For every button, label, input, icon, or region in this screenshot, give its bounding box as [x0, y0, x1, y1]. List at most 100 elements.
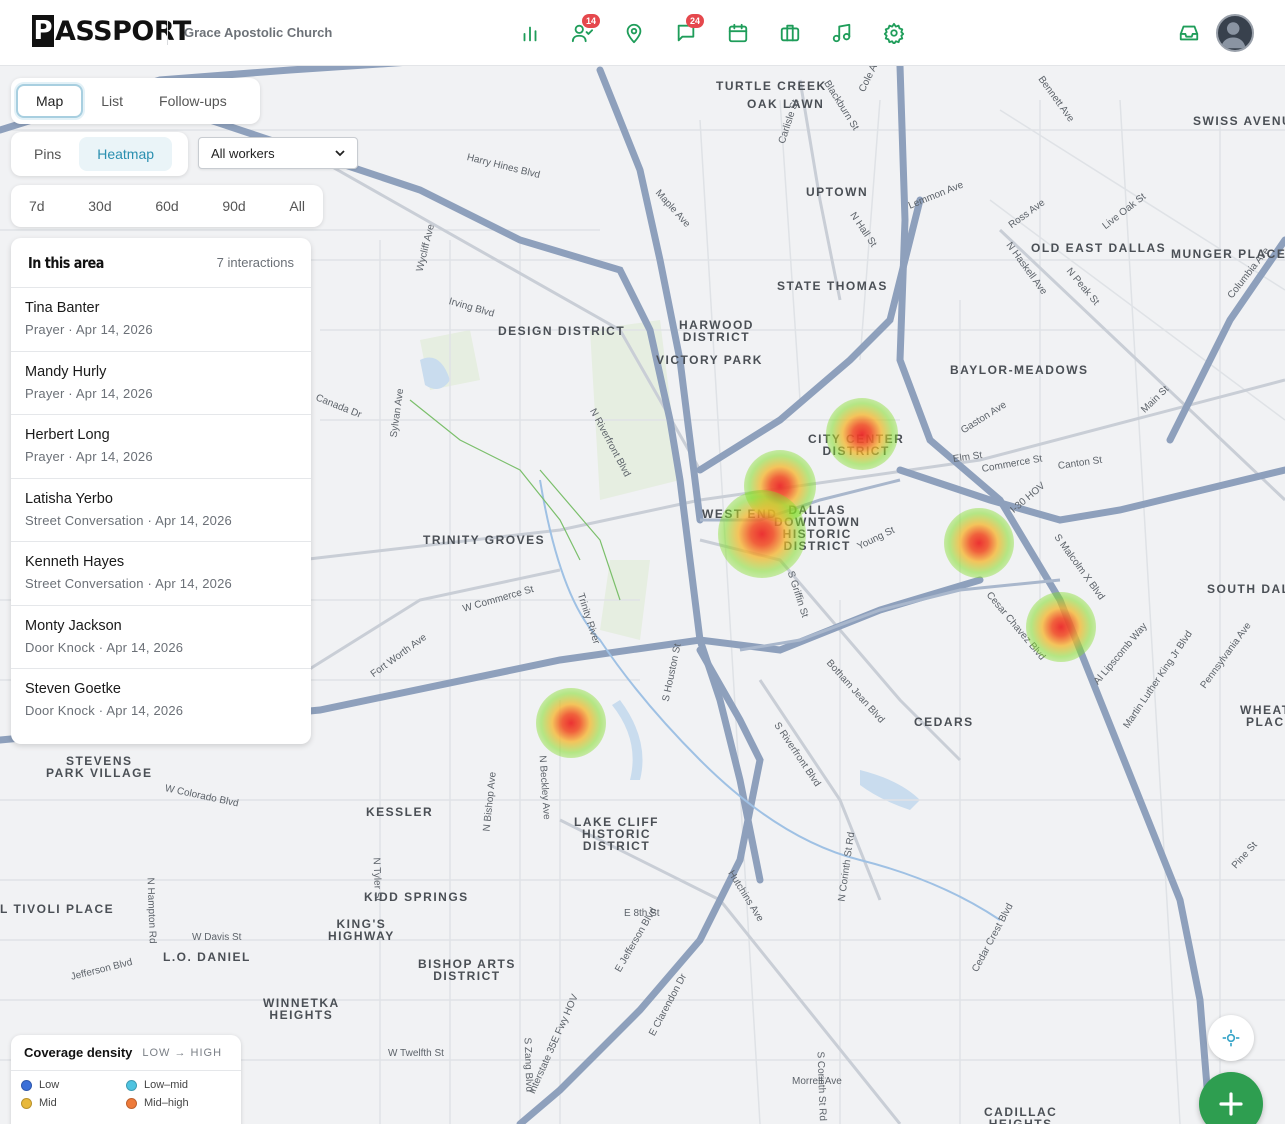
legend-label: Low–mid [144, 1079, 189, 1091]
list-item[interactable]: Steven Goetke Door Knock · Apr 14, 2026 [11, 669, 311, 733]
street-label: N Hampton Rd [144, 877, 158, 944]
person-name: Tina Banter [25, 300, 100, 316]
date-range-tabs: 7d 30d 60d 90d All [11, 185, 323, 227]
tab-followups[interactable]: Follow-ups [141, 84, 245, 118]
view-tabs: Map List Follow-ups [11, 78, 260, 124]
legend-label: Low [39, 1079, 60, 1091]
list-item[interactable]: Tina Banter Prayer · Apr 14, 2026 [11, 288, 311, 352]
legend-swatch [126, 1097, 137, 1109]
neighborhood-label: OLD EAST DALLAS [1031, 241, 1167, 255]
logo-letter: P [32, 15, 54, 47]
tab-map[interactable]: Map [16, 84, 84, 118]
legend-item-mid-high: Mid–high [126, 1097, 231, 1109]
resources-nav-button[interactable] [776, 19, 804, 47]
neighborhood-label: WINNETKA HEIGHTS [263, 996, 340, 1022]
chevron-down-icon [335, 150, 345, 157]
neighborhood-label: TURTLE CREEK [716, 79, 827, 93]
neighborhood-label: STEVENS PARK VILLAGE [46, 754, 153, 780]
interaction-meta: Door Knock · Apr 14, 2026 [25, 639, 184, 655]
list-item[interactable]: Kenneth Hayes Street Conversation · Apr 1… [11, 542, 311, 606]
neighborhood-label: CEDARS [914, 715, 974, 729]
layer-tabs: Pins Heatmap [11, 132, 188, 176]
list-item[interactable]: Mandy Hurly Prayer · Apr 14, 2026 [11, 352, 311, 415]
tab-pins[interactable]: Pins [16, 137, 79, 171]
inbox-button[interactable] [1175, 19, 1203, 47]
neighborhood-label: DALLAS DOWNTOWN HISTORIC DISTRICT [774, 503, 861, 553]
people-nav-button[interactable]: 14 [568, 14, 600, 47]
neighborhood-label: KESSLER [366, 805, 434, 819]
legend-item-low: Low [21, 1079, 126, 1091]
interaction-meta: Prayer · Apr 14, 2026 [25, 449, 153, 464]
street-label: W Davis St [192, 932, 242, 943]
range-all[interactable]: All [275, 189, 319, 223]
crosshair-icon [1222, 1029, 1240, 1047]
area-panel-header: In this area 7 interactions [11, 238, 311, 288]
legend-swatch [126, 1079, 137, 1091]
range-7d[interactable]: 7d [15, 189, 59, 223]
street-label: N Tyler St [370, 857, 384, 902]
plus-icon [1219, 1092, 1243, 1116]
person-name: Latisha Yerbo [25, 490, 113, 507]
tab-heatmap[interactable]: Heatmap [79, 137, 173, 171]
interaction-meta: Street Conversation · Apr 14, 2026 [25, 512, 232, 528]
neighborhood-label: STATE THOMAS [777, 279, 888, 293]
legend-item-low-mid: Low–mid [126, 1079, 231, 1091]
street-label: W Twelfth St [388, 1048, 444, 1059]
worker-filter-value: All workers [211, 145, 275, 161]
neighborhood-label: L TIVOLI PLACE [0, 902, 115, 916]
gear-icon [883, 22, 905, 44]
legend-scale: LOW → HIGH [142, 1046, 223, 1059]
neighborhood-label: WEST END [702, 507, 778, 521]
person-name: Steven Goetke [25, 681, 121, 697]
legend-swatch [21, 1079, 32, 1091]
neighborhood-label: OAK LAWN [747, 97, 825, 111]
neighborhood-label: BAYLOR-MEADOWS [950, 363, 1089, 377]
range-60d[interactable]: 60d [141, 189, 192, 223]
interaction-count: 7 interactions [216, 255, 294, 270]
legend-items: Low Low–mid Mid Mid–high [11, 1071, 241, 1117]
legend-header: Coverage density LOW → HIGH [11, 1035, 241, 1071]
calendar-nav-button[interactable] [724, 19, 752, 47]
settings-nav-button[interactable] [880, 19, 908, 47]
list-item[interactable]: Latisha Yerbo Street Conversation · Apr 1… [11, 479, 311, 542]
coverage-density-legend: Coverage density LOW → HIGH Low Low–mid … [11, 1035, 241, 1124]
worker-filter-select[interactable]: All workers [198, 137, 358, 169]
list-item[interactable]: Monty Jackson Door Knock · Apr 14, 2026 [11, 606, 311, 669]
interaction-meta: Street Conversation · Apr 14, 2026 [25, 576, 232, 591]
area-panel-title: In this area [28, 253, 104, 272]
neighborhood-label: CADILLAC HEIGHTS [984, 1105, 1058, 1124]
locate-me-button[interactable] [1208, 1015, 1254, 1061]
tab-list[interactable]: List [83, 84, 141, 118]
calendar-icon [728, 23, 748, 43]
list-item[interactable]: Herbert Long Prayer · Apr 14, 2026 [11, 415, 311, 479]
organization-name: Grace Apostolic Church [184, 25, 333, 40]
user-avatar-icon [1220, 22, 1246, 49]
neighborhood-label: CITY CENTER DISTRICT [808, 432, 905, 458]
legend-title: Coverage density [24, 1045, 133, 1060]
map-nav-button[interactable] [620, 19, 648, 47]
neighborhood-label: KING'S HIGHWAY [328, 917, 395, 943]
people-badge: 14 [582, 14, 600, 28]
neighborhood-label: WHEAT PLAC [1240, 703, 1285, 729]
interaction-meta: Door Knock · Apr 14, 2026 [25, 703, 184, 718]
messages-nav-button[interactable]: 24 [672, 14, 704, 47]
neighborhood-label: SOUTH DALL [1207, 582, 1285, 596]
analytics-nav-button[interactable] [516, 19, 544, 47]
street-label: Morrell Ave [792, 1076, 842, 1087]
map-pin-icon [626, 23, 642, 44]
person-name: Monty Jackson [25, 617, 122, 634]
header-divider [167, 21, 168, 45]
messages-badge: 24 [686, 14, 704, 28]
range-90d[interactable]: 90d [208, 189, 259, 223]
worship-nav-button[interactable] [828, 19, 856, 47]
neighborhood-label: HARWOOD DISTRICT [679, 318, 754, 344]
neighborhood-label: LAKE CLIFF HISTORIC DISTRICT [574, 815, 659, 853]
top-navigation-bar: P ASSPORT Grace Apostolic Church 14 24 [0, 0, 1285, 66]
range-30d[interactable]: 30d [74, 189, 125, 223]
briefcase-icon [780, 24, 800, 42]
user-avatar[interactable] [1216, 14, 1254, 52]
person-name: Mandy Hurly [25, 363, 107, 380]
neighborhood-label: L.O. DANIEL [163, 950, 251, 964]
inbox-icon [1179, 25, 1199, 41]
bar-chart-icon [523, 26, 537, 42]
